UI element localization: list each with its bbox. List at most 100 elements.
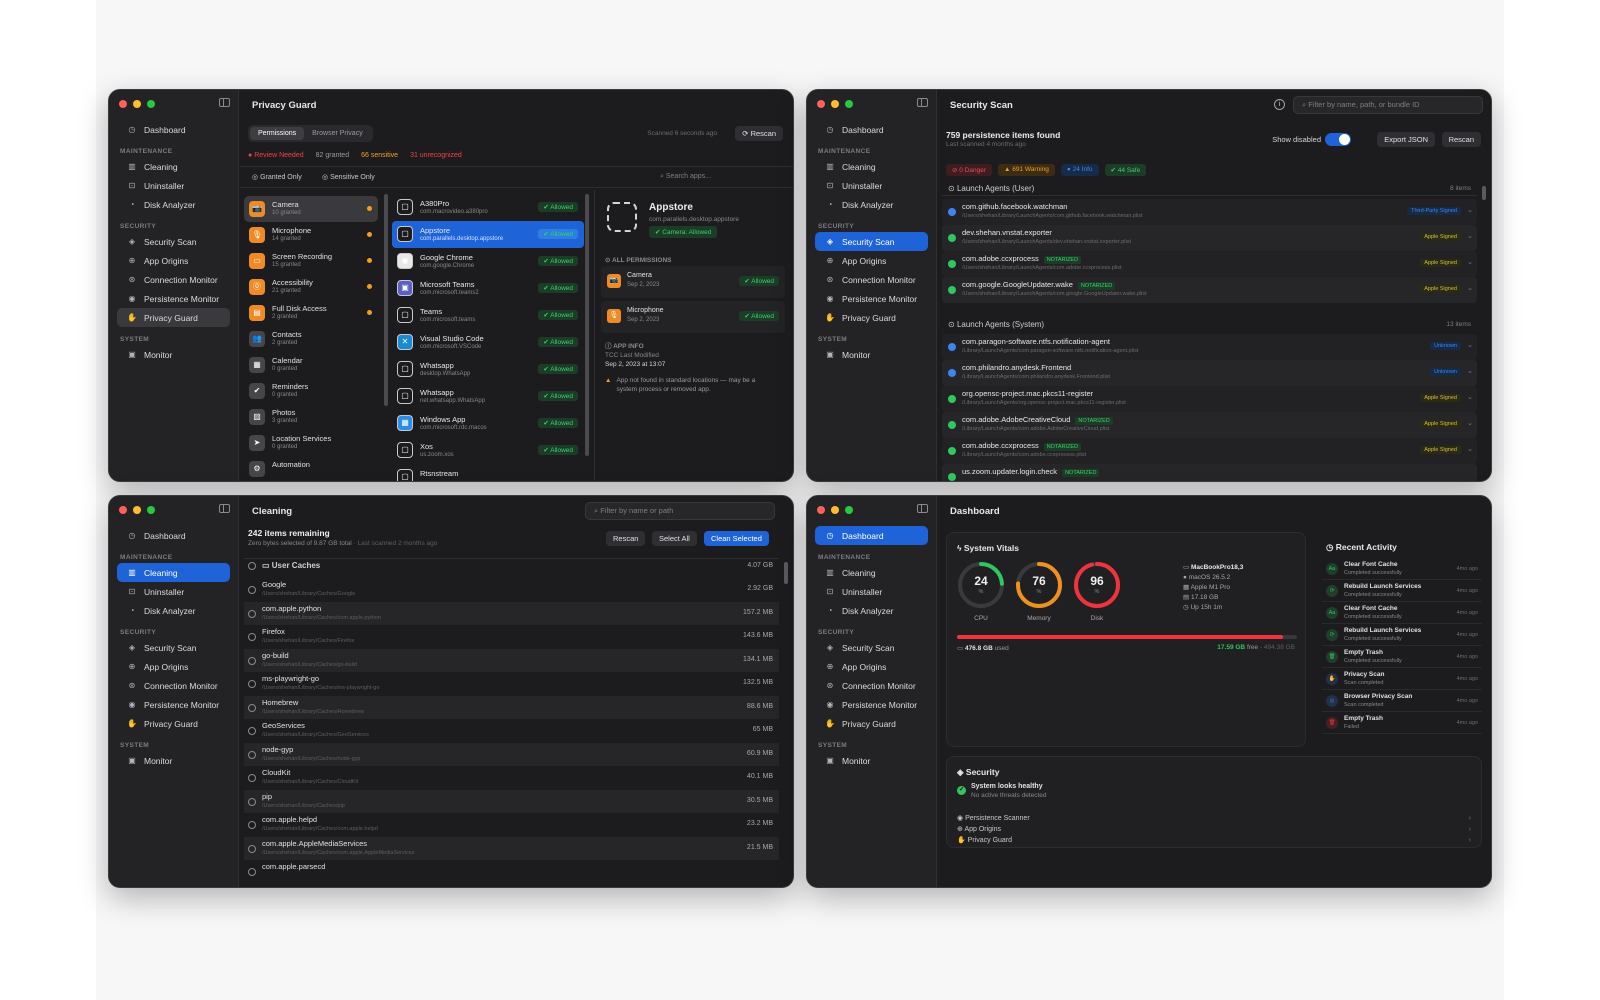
chevron-down-icon[interactable]: ⌄	[1467, 258, 1473, 266]
zoom-button[interactable]	[147, 100, 155, 108]
sidebar-item-privacy-guard[interactable]: ✋ Privacy Guard	[815, 308, 928, 327]
granted-only-filter[interactable]: ◎ Granted Only	[252, 173, 302, 181]
rescan-button[interactable]: ⟳ Rescan	[735, 126, 783, 141]
activity-item[interactable]: ⟳ Rebuild Launch Services Completed succes…	[1322, 580, 1482, 602]
category-item[interactable]: ✔ Reminders 0 granted	[244, 378, 378, 404]
item-checkbox[interactable]	[248, 868, 256, 876]
persistence-item[interactable]: com.google.GoogleUpdater.wake NOTARIZED/U…	[942, 277, 1477, 303]
sidebar-item-uninstaller[interactable]: ⊡ Uninstaller	[815, 582, 928, 601]
item-checkbox[interactable]	[248, 633, 256, 641]
minimize-button[interactable]	[831, 506, 839, 514]
cache-item[interactable]: pip/Users/shehan/Library/Caches/pip 30.5 …	[244, 789, 779, 813]
rescan-button[interactable]: Rescan	[606, 531, 646, 546]
group-header-user[interactable]: ⊙ Launch Agents (User) 8 items	[942, 182, 1477, 196]
sidebar-item-connection-monitor[interactable]: ⊛ Connection Monitor	[815, 676, 928, 695]
zoom-button[interactable]	[845, 100, 853, 108]
category-item[interactable]: ⓪ Accessibility 21 granted	[244, 274, 378, 300]
minimize-button[interactable]	[831, 100, 839, 108]
close-button[interactable]	[119, 506, 127, 514]
app-row[interactable]: ✕ Visual Studio Code com.microsoft.VSCode ✔…	[392, 329, 584, 356]
app-row[interactable]: ◉ Google Chrome com.google.Chrome ✔ Allowed	[392, 248, 584, 275]
app-row[interactable]: ▦ Windows App com.microsoft.rdc.macos ✔ All…	[392, 410, 584, 437]
cache-item[interactable]: com.apple.parsecd	[244, 860, 779, 884]
sidebar-item-persistence-monitor[interactable]: ◉ Persistence Monitor	[815, 289, 928, 308]
chevron-down-icon[interactable]: ⌄	[1467, 232, 1473, 240]
sidebar-item-app-origins[interactable]: ⊕ App Origins	[117, 657, 230, 676]
sidebar-item-cleaning[interactable]: ▥ Cleaning	[815, 563, 928, 582]
app-row[interactable]: ▢ Whatsapp desktop.WhatsApp ✔ Allowed	[392, 356, 584, 383]
cache-item[interactable]: com.apple.AppleMediaServices/Users/sheha…	[244, 836, 779, 860]
link-persistence-scanner[interactable]: ◉ Persistence Scanner ›	[957, 813, 1471, 824]
app-row[interactable]: ▢ A380Pro com.macrovideo.a380pro ✔ Allowed	[392, 194, 584, 221]
app-row[interactable]: ▣ Microsoft Teams com.microsoft.teams2 ✔ Al…	[392, 275, 584, 302]
sidebar-item-disk-analyzer[interactable]: ◔ Disk Analyzer	[117, 601, 230, 620]
sidebar-item-disk-analyzer[interactable]: ◔ Disk Analyzer	[815, 601, 928, 620]
link-app-origins[interactable]: ⊕ App Origins ›	[957, 824, 1471, 835]
sidebar-item-app-origins[interactable]: ⊕ App Origins	[117, 251, 230, 270]
chevron-down-icon[interactable]: ⌄	[1467, 445, 1473, 453]
danger-chip[interactable]: ⊘ 0 Danger	[946, 164, 993, 176]
activity-item[interactable]: Aa Clear Font Cache Completed successfully…	[1322, 558, 1482, 580]
search-apps-input[interactable]: ⌕ Search apps...	[660, 173, 711, 181]
item-checkbox[interactable]	[248, 774, 256, 782]
scrollbar[interactable]	[1482, 186, 1486, 200]
activity-item[interactable]: ⟳ Rebuild Launch Services Completed succes…	[1322, 624, 1482, 646]
tab-permissions[interactable]: Permissions	[250, 127, 305, 140]
item-checkbox[interactable]	[248, 609, 256, 618]
sidebar-item-uninstaller[interactable]: ⊡ Uninstaller	[117, 176, 230, 195]
sidebar-item-persistence-monitor[interactable]: ◉ Persistence Monitor	[117, 695, 230, 714]
filter-input[interactable]: ⌕ Filter by name or path	[585, 502, 775, 520]
sidebar-item-cleaning[interactable]: ▥ Cleaning	[117, 157, 230, 176]
sidebar-item-dashboard[interactable]: ◷ Dashboard	[815, 120, 928, 139]
app-row[interactable]: ▢ Rtsnstream	[392, 464, 584, 481]
chevron-down-icon[interactable]: ⌄	[1467, 393, 1473, 401]
cache-item[interactable]: GeoServices/Users/shehan/Library/Caches/…	[244, 719, 779, 743]
persistence-item[interactable]: com.adobe.AdobeCreativeCloud NOTARIZED/Li…	[942, 412, 1477, 438]
sidebar-toggle-icon[interactable]	[219, 98, 230, 107]
item-checkbox[interactable]	[248, 821, 256, 829]
group-header-system[interactable]: ⊙ Launch Agents (System) 13 items	[942, 318, 1477, 332]
category-item[interactable]: 📷 Camera 10 granted	[244, 196, 378, 222]
persistence-item[interactable]: org.opensc-project.mac.pkcs11-register/L…	[942, 386, 1477, 412]
info-icon[interactable]: i	[1274, 99, 1285, 110]
show-disabled-toggle[interactable]	[1325, 133, 1351, 146]
category-item[interactable]: ➤ Location Services 0 granted	[244, 430, 378, 456]
chevron-down-icon[interactable]: ⌄	[1467, 419, 1473, 427]
sidebar-item-cleaning[interactable]: ▥ Cleaning	[117, 563, 230, 582]
close-button[interactable]	[817, 506, 825, 514]
chevron-down-icon[interactable]: ⌄	[1467, 284, 1473, 292]
chevron-down-icon[interactable]: ⌄	[1467, 341, 1473, 349]
sidebar-item-app-origins[interactable]: ⊕ App Origins	[815, 251, 928, 270]
cache-item[interactable]: ms-playwright-go/Users/shehan/Library/Ca…	[244, 672, 779, 696]
chevron-down-icon[interactable]: ⌄	[1467, 206, 1473, 214]
persistence-item[interactable]: dev.shehan.vnstat.exporter/Users/shehan/…	[942, 225, 1477, 251]
cache-item[interactable]: Homebrew/Users/shehan/Library/Caches/Hom…	[244, 695, 779, 719]
sidebar-item-security-scan[interactable]: ◈ Security Scan	[117, 638, 230, 657]
scrollbar[interactable]	[784, 562, 788, 584]
sidebar-toggle-icon[interactable]	[917, 504, 928, 513]
app-row[interactable]: ▢ Appstore com.parallels.desktop.appstore ✔…	[392, 221, 584, 248]
sidebar-toggle-icon[interactable]	[917, 98, 928, 107]
sidebar-item-monitor[interactable]: ▣ Monitor	[117, 345, 230, 364]
permission-row[interactable]: 📷 Camera Sep 2, 2023 ✔ Allowed	[601, 266, 785, 298]
sidebar-item-persistence-monitor[interactable]: ◉ Persistence Monitor	[815, 695, 928, 714]
sidebar-item-monitor[interactable]: ▣ Monitor	[815, 751, 928, 770]
sidebar-item-privacy-guard[interactable]: ✋ Privacy Guard	[117, 308, 230, 327]
sidebar-item-security-scan[interactable]: ◈ Security Scan	[815, 638, 928, 657]
item-checkbox[interactable]	[248, 797, 256, 806]
sidebar-item-monitor[interactable]: ▣ Monitor	[117, 751, 230, 770]
sidebar-item-cleaning[interactable]: ▥ Cleaning	[815, 157, 928, 176]
zoom-button[interactable]	[147, 506, 155, 514]
category-item[interactable]: ▭ Screen Recording 15 granted	[244, 248, 378, 274]
activity-item[interactable]: ◎ Browser Privacy Scan Scan completed 4mo a…	[1322, 690, 1482, 712]
persistence-item[interactable]: com.philandro.anydesk.Frontend/Library/L…	[942, 360, 1477, 386]
app-row[interactable]: ▢ Whatsapp net.whatsapp.WhatsApp ✔ Allowed	[392, 383, 584, 410]
sidebar-item-app-origins[interactable]: ⊕ App Origins	[815, 657, 928, 676]
activity-item[interactable]: 🗑 Empty Trash Failed 4mo ago	[1322, 712, 1482, 734]
item-checkbox[interactable]	[248, 656, 256, 665]
rescan-button[interactable]: Rescan	[1441, 132, 1481, 147]
sidebar-item-dashboard[interactable]: ◷ Dashboard	[117, 120, 230, 139]
group-checkbox[interactable]	[248, 562, 256, 570]
minimize-button[interactable]	[133, 506, 141, 514]
sidebar-item-persistence-monitor[interactable]: ◉ Persistence Monitor	[117, 289, 230, 308]
